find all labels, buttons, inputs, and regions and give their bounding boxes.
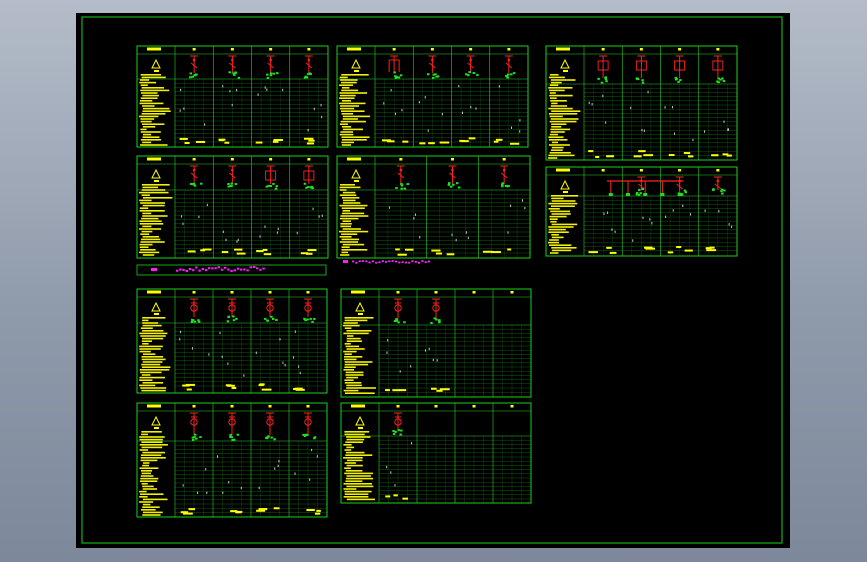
note-row-2 <box>343 260 431 264</box>
cad-drawing-viewport[interactable] <box>76 13 790 548</box>
note-row-1 <box>136 264 327 276</box>
switchgear-sheet-10[interactable] <box>340 402 532 504</box>
cad-drawing-canvas[interactable] <box>76 13 790 548</box>
switchgear-sheet-1[interactable] <box>136 45 329 148</box>
switchgear-sheet-8[interactable] <box>340 288 532 398</box>
switchgear-sheet-4[interactable] <box>136 155 329 259</box>
switchgear-sheet-3[interactable] <box>545 45 738 161</box>
switchgear-sheet-5[interactable] <box>336 155 531 259</box>
switchgear-sheet-6[interactable] <box>545 166 738 257</box>
switchgear-sheet-7[interactable] <box>136 288 328 394</box>
switchgear-sheet-2[interactable] <box>336 45 529 148</box>
switchgear-sheet-9[interactable] <box>136 402 328 518</box>
